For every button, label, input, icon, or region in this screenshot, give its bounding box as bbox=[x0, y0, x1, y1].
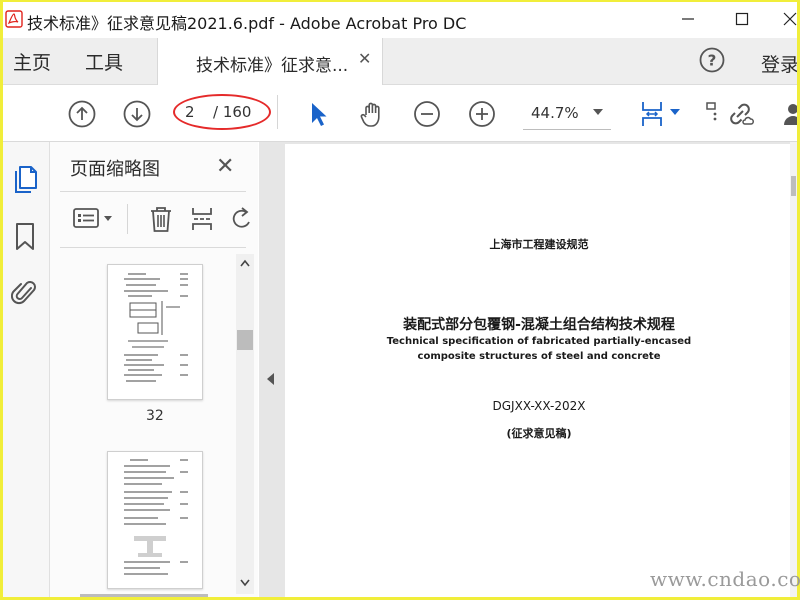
attachment-icon[interactable] bbox=[11, 276, 39, 308]
horizontal-scroll-thumb[interactable] bbox=[80, 594, 208, 597]
hand-icon[interactable] bbox=[357, 99, 387, 129]
minimize-icon bbox=[682, 18, 694, 20]
doc-code: DGJXX-XX-202X bbox=[492, 399, 586, 413]
document-scroll-thumb[interactable] bbox=[791, 176, 796, 196]
window-title: 技术标准》征求意见稿2021.6.pdf - Adobe Acrobat Pro… bbox=[27, 14, 467, 33]
maximize-button[interactable] bbox=[719, 2, 765, 36]
page-thumbnail[interactable] bbox=[107, 451, 203, 589]
panel-divider bbox=[60, 191, 246, 192]
document-scrollbar[interactable] bbox=[790, 142, 797, 597]
tab-bar: 主页 工具 技术标准》征求意... ✕ ? 登录 bbox=[3, 38, 797, 85]
user-icon[interactable] bbox=[781, 99, 797, 129]
options-icon[interactable] bbox=[72, 204, 114, 234]
panel-title: 页面缩略图 bbox=[70, 159, 160, 180]
doc-title-cn: 装配式部分包覆钢-混凝土组合结构技术规程 bbox=[403, 317, 675, 333]
page-thumbnail[interactable] bbox=[107, 264, 203, 400]
svg-text:?: ? bbox=[708, 52, 717, 70]
red-annotation-oval bbox=[173, 94, 271, 130]
select-arrow-icon[interactable] bbox=[303, 99, 333, 129]
fit-page-icon[interactable] bbox=[637, 99, 667, 129]
page-down-icon[interactable] bbox=[122, 99, 152, 129]
panel-toolbar-divider bbox=[127, 204, 128, 234]
acrobat-window: 技术标准》征求意见稿2021.6.pdf - Adobe Acrobat Pro… bbox=[3, 2, 797, 597]
tab-home[interactable]: 主页 bbox=[13, 48, 51, 75]
scroll-up-icon[interactable] bbox=[240, 259, 250, 267]
login-button[interactable]: 登录 bbox=[761, 50, 797, 77]
scroll-down-icon[interactable] bbox=[240, 579, 250, 587]
doc-title-en-line1: Technical specification of fabricated pa… bbox=[386, 336, 692, 347]
fit-dropdown-icon[interactable] bbox=[670, 109, 680, 115]
site-watermark: www.cndao.com bbox=[650, 567, 800, 591]
doc-title-en-line2: composite structures of steel and concre… bbox=[417, 351, 661, 362]
zoom-in-icon[interactable] bbox=[467, 99, 497, 129]
close-tab-icon[interactable]: ✕ bbox=[358, 49, 371, 68]
left-icon-rail bbox=[3, 142, 50, 597]
tab-tools[interactable]: 工具 bbox=[85, 48, 123, 75]
share-link-icon[interactable] bbox=[725, 99, 755, 129]
title-bar: 技术标准》征求意见稿2021.6.pdf - Adobe Acrobat Pro… bbox=[3, 2, 797, 36]
page-navigator: 2 / 160 bbox=[173, 94, 271, 130]
doc-status: (征求意见稿) bbox=[506, 427, 572, 440]
minimize-button[interactable] bbox=[665, 2, 711, 36]
page-thumbnails-panel: 页面缩略图 ✕ 32 bbox=[50, 142, 258, 597]
close-window-button[interactable] bbox=[767, 2, 797, 36]
pages-icon[interactable] bbox=[11, 162, 39, 194]
zoom-dropdown-icon[interactable] bbox=[593, 109, 603, 115]
document-tab-label: 技术标准》征求意... bbox=[196, 56, 349, 76]
help-icon[interactable]: ? bbox=[699, 47, 725, 73]
zoom-level[interactable]: 44.7% bbox=[531, 104, 579, 122]
rotate-icon[interactable] bbox=[230, 204, 252, 234]
collapse-panel-icon[interactable] bbox=[267, 373, 275, 385]
tab-document[interactable]: 技术标准》征求意... ✕ bbox=[157, 38, 383, 85]
delete-icon[interactable] bbox=[148, 204, 174, 234]
panel-divider-2 bbox=[60, 247, 246, 248]
pdf-app-icon bbox=[5, 10, 23, 28]
maximize-icon bbox=[735, 12, 749, 26]
doc-publisher: 上海市工程建设规范 bbox=[489, 238, 589, 251]
main-toolbar: 2 / 160 44.7% bbox=[3, 85, 797, 142]
document-view: 上海市工程建设规范 装配式部分包覆钢-混凝土组合结构技术规程 Technical… bbox=[283, 142, 797, 597]
bookmark-icon[interactable] bbox=[14, 222, 36, 252]
thumbnail-page-preview bbox=[124, 273, 188, 382]
thumbnail-page-preview bbox=[124, 459, 188, 575]
thumbnail-scrollbar[interactable] bbox=[236, 254, 254, 594]
close-icon bbox=[783, 12, 797, 26]
zoom-out-icon[interactable] bbox=[412, 99, 442, 129]
thumbnail-page-label: 32 bbox=[146, 408, 164, 424]
more-tools-icon[interactable] bbox=[703, 99, 721, 129]
close-panel-icon[interactable]: ✕ bbox=[216, 154, 234, 179]
toolbar-divider bbox=[277, 95, 278, 129]
panel-splitter[interactable] bbox=[259, 142, 283, 597]
zoom-field-underline bbox=[523, 129, 611, 130]
thumbnail-scroll-thumb[interactable] bbox=[237, 330, 253, 350]
insert-page-icon[interactable] bbox=[189, 204, 217, 234]
page-up-icon[interactable] bbox=[67, 99, 97, 129]
pdf-page: 上海市工程建设规范 装配式部分包覆钢-混凝土组合结构技术规程 Technical… bbox=[285, 144, 793, 597]
